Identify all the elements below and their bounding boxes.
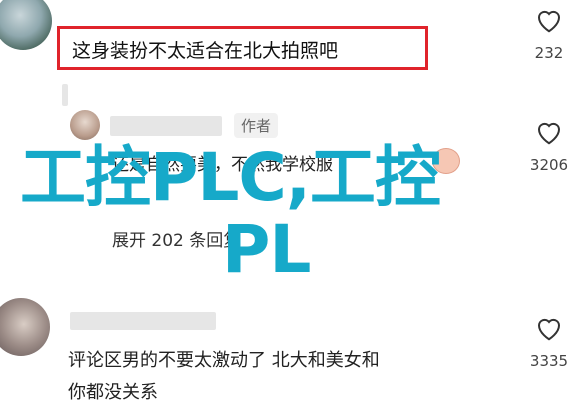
avatar[interactable]: [70, 110, 100, 140]
like-count: 232: [534, 44, 564, 62]
like-heart-icon[interactable]: [534, 6, 564, 34]
avatar[interactable]: [0, 0, 52, 50]
blurred-region: [62, 84, 68, 106]
watermark-line-2: PL: [222, 211, 311, 288]
like-heart-icon[interactable]: [534, 314, 564, 342]
comment-text-line-2: 你都没关系: [68, 382, 158, 403]
watermark-line-1: 工控PLC,工控: [20, 139, 441, 216]
like-count: 3206: [529, 156, 569, 174]
comment-text: 这身装扮不太适合在北大拍照吧: [72, 40, 339, 62]
like-count: 3335: [529, 352, 569, 370]
blurred-username: [70, 312, 216, 330]
author-badge: 作者: [234, 113, 279, 138]
comment-text-line-1: 评论区男的不要太激动了 北大和美女和: [68, 350, 380, 371]
like-heart-icon[interactable]: [534, 118, 564, 146]
blurred-username: [110, 116, 222, 136]
avatar[interactable]: [0, 298, 50, 356]
highlighted-comment: 这身装扮不太适合在北大拍照吧: [57, 26, 428, 70]
